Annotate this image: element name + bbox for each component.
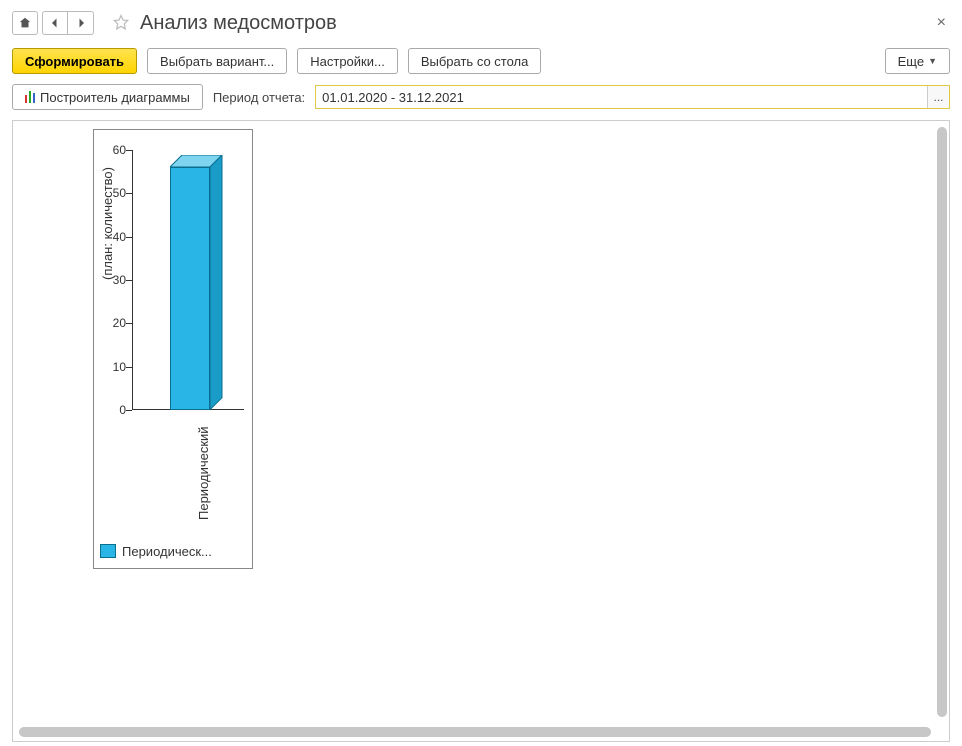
- vertical-scrollbar[interactable]: [937, 127, 947, 717]
- legend: Периодическ...: [100, 540, 246, 562]
- y-tick-label: 30: [102, 273, 126, 287]
- bar: [170, 167, 210, 410]
- y-tick: [126, 193, 132, 194]
- y-tick-label: 50: [102, 186, 126, 200]
- more-button[interactable]: Еще ▼: [885, 48, 950, 74]
- choose-variant-button[interactable]: Выбрать вариант...: [147, 48, 287, 74]
- back-button[interactable]: [42, 11, 68, 35]
- y-tick: [126, 280, 132, 281]
- report-area: (план: количество) 0102030405060 Периоди…: [12, 120, 950, 742]
- favorite-star-icon[interactable]: [110, 12, 132, 34]
- chart-plot: 0102030405060: [132, 150, 244, 410]
- forward-button[interactable]: [68, 11, 94, 35]
- y-tick: [126, 410, 132, 411]
- y-tick-label: 0: [102, 403, 126, 417]
- main-toolbar: Сформировать Выбрать вариант... Настройк…: [12, 48, 950, 74]
- chart-builder-label: Построитель диаграммы: [40, 90, 190, 105]
- generate-button[interactable]: Сформировать: [12, 48, 137, 74]
- chart-frame: (план: количество) 0102030405060 Периоди…: [93, 129, 253, 569]
- period-picker-button[interactable]: ...: [927, 86, 949, 108]
- y-tick-label: 60: [102, 143, 126, 157]
- legend-swatch: [100, 544, 116, 558]
- params-row: Построитель диаграммы Период отчета: ...: [12, 84, 950, 110]
- category-label: Периодический: [196, 426, 211, 520]
- settings-button[interactable]: Настройки...: [297, 48, 398, 74]
- y-axis-title: (план: количество): [100, 167, 115, 280]
- period-label: Период отчета:: [213, 90, 305, 105]
- y-tick: [126, 150, 132, 151]
- y-axis: [132, 150, 133, 410]
- chevron-down-icon: ▼: [928, 56, 937, 66]
- home-button[interactable]: [12, 11, 38, 35]
- chart-builder-button[interactable]: Построитель диаграммы: [12, 84, 203, 110]
- legend-text: Периодическ...: [122, 544, 246, 559]
- y-tick: [126, 323, 132, 324]
- bar-side: [210, 155, 223, 411]
- close-button[interactable]: ×: [933, 12, 950, 34]
- more-button-label: Еще: [898, 54, 924, 69]
- period-input-group: ...: [315, 85, 950, 109]
- y-tick-label: 40: [102, 230, 126, 244]
- titlebar: Анализ медосмотров ×: [12, 8, 950, 38]
- choose-from-table-button[interactable]: Выбрать со стола: [408, 48, 542, 74]
- chart-icon: [25, 91, 36, 103]
- horizontal-scrollbar[interactable]: [19, 727, 931, 737]
- y-tick-label: 10: [102, 360, 126, 374]
- y-tick: [126, 237, 132, 238]
- period-input[interactable]: [316, 86, 927, 108]
- y-tick-label: 20: [102, 316, 126, 330]
- page-title: Анализ медосмотров: [140, 12, 337, 35]
- y-tick: [126, 367, 132, 368]
